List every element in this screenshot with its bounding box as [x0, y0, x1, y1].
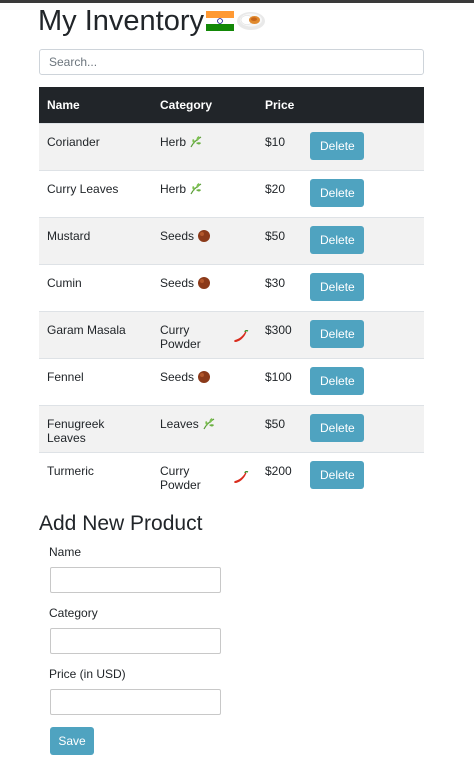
header-price: Price	[265, 97, 295, 112]
save-button[interactable]: Save	[50, 727, 94, 755]
header-category: Category	[160, 97, 213, 112]
product-category: Seeds	[152, 217, 257, 264]
search-input[interactable]	[39, 49, 424, 75]
delete-button[interactable]: Delete	[310, 225, 365, 254]
product-price: $30	[265, 275, 286, 290]
header-action	[302, 87, 424, 123]
category-label: Seeds	[160, 369, 195, 384]
page-title-text: My Inventory	[38, 5, 204, 37]
category-label: Category	[49, 606, 98, 620]
product-name: Coriander	[47, 134, 100, 149]
delete-button[interactable]: Delete	[310, 460, 365, 489]
page-title: My Inventory	[38, 4, 266, 38]
category-label: Seeds	[160, 275, 195, 290]
product-price: $50	[265, 228, 286, 243]
price-input[interactable]	[50, 689, 221, 715]
product-category: Herb	[152, 123, 257, 170]
herb-icon	[189, 182, 203, 196]
table-row: Fenugreek Leaves Leaves $50 Delete	[39, 405, 424, 452]
category-label: Seeds	[160, 228, 195, 243]
product-name: Garam Masala	[47, 322, 126, 337]
inventory-table: Name Category Price Coriander Herb $10 D…	[39, 87, 424, 499]
product-price: $300	[265, 322, 292, 337]
header-name: Name	[47, 97, 80, 112]
product-category: Curry Powder	[152, 452, 257, 499]
coconut-icon	[197, 229, 211, 243]
table-row: Turmeric Curry Powder $200 Delete	[39, 452, 424, 499]
product-price: $50	[265, 416, 286, 431]
product-name: Turmeric	[47, 463, 94, 478]
product-price: $200	[265, 463, 292, 478]
table-header-row: Name Category Price	[39, 87, 424, 123]
product-name: Fennel	[47, 369, 84, 384]
table-row: Curry Leaves Herb $20 Delete	[39, 170, 424, 217]
product-category: Curry Powder	[152, 311, 257, 358]
coconut-icon	[197, 276, 211, 290]
table-row: Fennel Seeds $100 Delete	[39, 358, 424, 405]
delete-button[interactable]: Delete	[310, 413, 365, 442]
add-product-title: Add New Product	[39, 512, 203, 535]
category-label: Herb	[160, 181, 187, 196]
table-row: Garam Masala Curry Powder $300 Delete	[39, 311, 424, 358]
product-price: $20	[265, 181, 286, 196]
category-label: Curry Powder	[160, 463, 201, 492]
product-category: Seeds	[152, 264, 257, 311]
delete-button[interactable]: Delete	[310, 272, 365, 301]
india-flag-icon	[206, 11, 234, 31]
product-name: Cumin	[47, 275, 82, 290]
delete-button[interactable]: Delete	[310, 131, 365, 160]
chili-pepper-icon	[233, 329, 249, 344]
category-label: Leaves	[160, 416, 199, 431]
delete-button[interactable]: Delete	[310, 366, 365, 395]
table-row: Mustard Seeds $50 Delete	[39, 217, 424, 264]
product-name: Fenugreek Leaves	[47, 416, 105, 445]
category-input[interactable]	[50, 628, 221, 654]
product-price: $100	[265, 369, 292, 384]
delete-button[interactable]: Delete	[310, 319, 365, 348]
product-category: Seeds	[152, 358, 257, 405]
herb-icon	[189, 135, 203, 149]
name-input[interactable]	[50, 567, 221, 593]
chili-pepper-icon	[233, 470, 249, 485]
table-row: Cumin Seeds $30 Delete	[39, 264, 424, 311]
coconut-icon	[197, 370, 211, 384]
product-name: Curry Leaves	[47, 181, 119, 196]
product-category: Leaves	[152, 405, 257, 452]
top-border	[0, 0, 474, 3]
product-price: $10	[265, 134, 286, 149]
category-label: Curry Powder	[160, 322, 201, 351]
product-name: Mustard	[47, 228, 91, 243]
price-label: Price (in USD)	[49, 667, 126, 681]
curry-bowl-icon	[236, 10, 266, 32]
name-label: Name	[49, 545, 82, 559]
herb-icon	[202, 417, 216, 431]
category-label: Herb	[160, 134, 187, 149]
delete-button[interactable]: Delete	[310, 178, 365, 207]
table-row: Coriander Herb $10 Delete	[39, 123, 424, 170]
product-category: Herb	[152, 170, 257, 217]
